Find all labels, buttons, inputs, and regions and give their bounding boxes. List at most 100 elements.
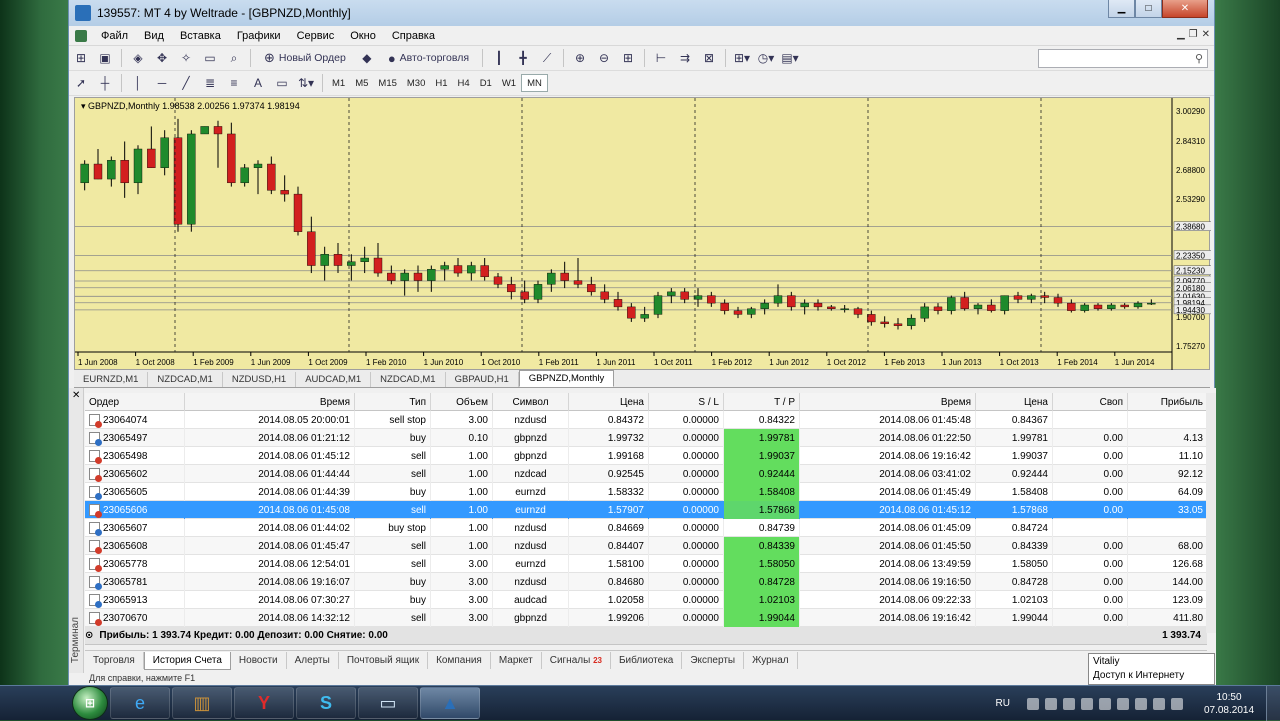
- trendline-icon[interactable]: ╱: [176, 73, 196, 93]
- timeframe-m15[interactable]: M15: [373, 74, 401, 92]
- table-row[interactable]: 23065602 2014.08.06 01:44:44 sell 1.00 nzdca…: [85, 465, 1208, 483]
- menu-window[interactable]: Окно: [342, 30, 384, 42]
- terminal-tab[interactable]: Библиотека: [611, 652, 683, 669]
- timeframe-d1[interactable]: D1: [475, 74, 497, 92]
- chart-shift-icon[interactable]: ⊢: [651, 48, 671, 68]
- column-header[interactable]: Объем: [431, 393, 493, 411]
- menu-view[interactable]: Вид: [136, 30, 172, 42]
- terminal-tab[interactable]: Новости: [231, 652, 287, 669]
- menu-file[interactable]: Файл: [93, 30, 136, 42]
- chart-canvas[interactable]: 3.00290 2.84310 2.68800 2.53290 2.38680 2.233…: [75, 98, 1211, 371]
- meta-editor-icon[interactable]: ◆: [357, 48, 377, 68]
- timeframe-mn[interactable]: MN: [521, 74, 548, 92]
- label-icon[interactable]: ▭: [272, 73, 292, 93]
- chart-dropdown-icon[interactable]: ▾: [81, 101, 86, 111]
- signal-icon[interactable]: [1153, 697, 1165, 710]
- title-bar[interactable]: 139557: MT 4 by Weltrade - [GBPNZD,Month…: [69, 0, 1214, 26]
- timeframe-m5[interactable]: M5: [350, 74, 373, 92]
- arrows-icon[interactable]: ⇅▾: [296, 73, 316, 93]
- table-row[interactable]: 23065913 2014.08.06 07:30:27 buy 3.00 audcad…: [85, 591, 1208, 609]
- battery-icon[interactable]: [1027, 697, 1039, 710]
- column-header[interactable]: Символ: [493, 393, 569, 411]
- start-button[interactable]: ⊞: [72, 686, 108, 720]
- chart-tab[interactable]: NZDCAD,M1: [371, 372, 446, 387]
- table-row[interactable]: 23065497 2014.08.06 01:21:12 buy 0.10 gbpnzd…: [85, 429, 1208, 447]
- ie-taskbar-icon[interactable]: e: [110, 687, 170, 719]
- terminal-tab[interactable]: Эксперты: [682, 652, 745, 669]
- terminal-icon[interactable]: ▭: [200, 48, 220, 68]
- zoom-in-icon[interactable]: ⊕: [570, 48, 590, 68]
- timeframe-m30[interactable]: M30: [402, 74, 430, 92]
- timeframe-w1[interactable]: W1: [497, 74, 521, 92]
- yandex-taskbar-icon[interactable]: Y: [234, 687, 294, 719]
- search-icon[interactable]: ⚲: [1195, 52, 1203, 65]
- terminal-tab[interactable]: Почтовый ящик: [339, 652, 429, 669]
- zoom-out-icon[interactable]: ⊖: [594, 48, 614, 68]
- profiles-icon[interactable]: ▣: [95, 48, 115, 68]
- terminal-tab[interactable]: Торговля: [85, 652, 144, 669]
- terminal-tab[interactable]: Компания: [428, 652, 491, 669]
- mdi-minimize-icon[interactable]: ▁: [1177, 29, 1185, 40]
- autotrading-button[interactable]: ● Авто-торговля: [381, 48, 476, 68]
- table-row[interactable]: 23065781 2014.08.06 19:16:07 buy 3.00 nzdusd…: [85, 573, 1208, 591]
- horizontal-line-icon[interactable]: ─: [152, 73, 172, 93]
- skype-taskbar-icon[interactable]: S: [296, 687, 356, 719]
- table-row[interactable]: 23065607 2014.08.06 01:44:02 buy stop 1.00 n…: [85, 519, 1208, 537]
- minimize-button[interactable]: ▁: [1108, 0, 1135, 18]
- metatrader-taskbar-icon[interactable]: ▲: [420, 687, 480, 719]
- autoscroll-icon[interactable]: ⇉: [675, 48, 695, 68]
- table-scrollbar[interactable]: [1206, 393, 1216, 633]
- antivirus-icon[interactable]: [1063, 697, 1075, 710]
- flag-icon[interactable]: [1117, 697, 1129, 710]
- chart-menu-icon[interactable]: [75, 29, 87, 42]
- text-icon[interactable]: A: [248, 73, 268, 93]
- language-indicator[interactable]: RU: [996, 698, 1010, 709]
- column-header[interactable]: T / P: [724, 393, 800, 411]
- terminal-tab[interactable]: История Счета: [143, 651, 231, 670]
- column-header[interactable]: Цена: [976, 393, 1053, 411]
- timeframe-h1[interactable]: H1: [430, 74, 452, 92]
- fibonacci-icon[interactable]: ≡: [224, 73, 244, 93]
- network-icon[interactable]: [1045, 697, 1057, 710]
- timeframe-h4[interactable]: H4: [453, 74, 475, 92]
- column-header[interactable]: Время: [800, 393, 976, 411]
- table-row[interactable]: 23065606 2014.08.06 01:45:08 sell 1.00 eurnz…: [85, 501, 1208, 519]
- column-header[interactable]: S / L: [649, 393, 724, 411]
- table-row[interactable]: 23065778 2014.08.06 12:54:01 sell 3.00 eurnz…: [85, 555, 1208, 573]
- tile-windows-icon[interactable]: ⊞: [618, 48, 638, 68]
- data-window-icon[interactable]: ✥: [152, 48, 172, 68]
- periods-icon[interactable]: ◷▾: [756, 48, 776, 68]
- candlestick-icon[interactable]: ╋: [513, 48, 533, 68]
- cursor-icon[interactable]: ➚: [71, 73, 91, 93]
- archive-taskbar-icon[interactable]: ▥: [172, 687, 232, 719]
- mdi-restore-icon[interactable]: ❐: [1189, 29, 1198, 40]
- column-header[interactable]: Своп: [1053, 393, 1128, 411]
- chart-tab[interactable]: EURNZD,M1: [74, 372, 149, 387]
- sync-icon[interactable]: [1081, 697, 1093, 710]
- close-button[interactable]: ✕: [1162, 0, 1208, 18]
- table-row[interactable]: 23070670 2014.08.06 14:32:12 sell 3.00 gbpnz…: [85, 609, 1208, 627]
- terminal-tab[interactable]: Журнал: [744, 652, 798, 669]
- show-desktop-button[interactable]: [1266, 686, 1280, 721]
- tester-icon[interactable]: ⌕: [224, 48, 244, 68]
- clock[interactable]: 10:50 07.08.2014: [1192, 691, 1266, 717]
- column-header[interactable]: Тип: [355, 393, 431, 411]
- mdi-close-icon[interactable]: ✕: [1202, 29, 1210, 40]
- maximize-button[interactable]: □: [1135, 0, 1162, 18]
- column-header[interactable]: Время: [185, 393, 355, 411]
- menu-help[interactable]: Справка: [384, 30, 443, 42]
- explorer-taskbar-icon[interactable]: ▭: [358, 687, 418, 719]
- vertical-line-icon[interactable]: │: [128, 73, 148, 93]
- terminal-tab[interactable]: Маркет: [491, 652, 542, 669]
- templates-icon[interactable]: ▤▾: [780, 48, 800, 68]
- display-icon[interactable]: [1135, 697, 1147, 710]
- table-row[interactable]: 23065498 2014.08.06 01:45:12 sell 1.00 gbpnz…: [85, 447, 1208, 465]
- terminal-tab[interactable]: Сигналы 23: [542, 652, 611, 669]
- menu-charts[interactable]: Графики: [229, 30, 289, 42]
- volume-icon[interactable]: [1171, 697, 1183, 710]
- chart-tab[interactable]: AUDCAD,M1: [296, 372, 372, 387]
- price-chart[interactable]: 3.00290 2.84310 2.68800 2.53290 2.38680 2.233…: [74, 97, 1211, 371]
- table-row[interactable]: 23064074 2014.08.05 20:00:01 sell stop 3.00…: [85, 411, 1208, 429]
- menu-insert[interactable]: Вставка: [172, 30, 229, 42]
- search-input[interactable]: ⚲: [1038, 49, 1208, 68]
